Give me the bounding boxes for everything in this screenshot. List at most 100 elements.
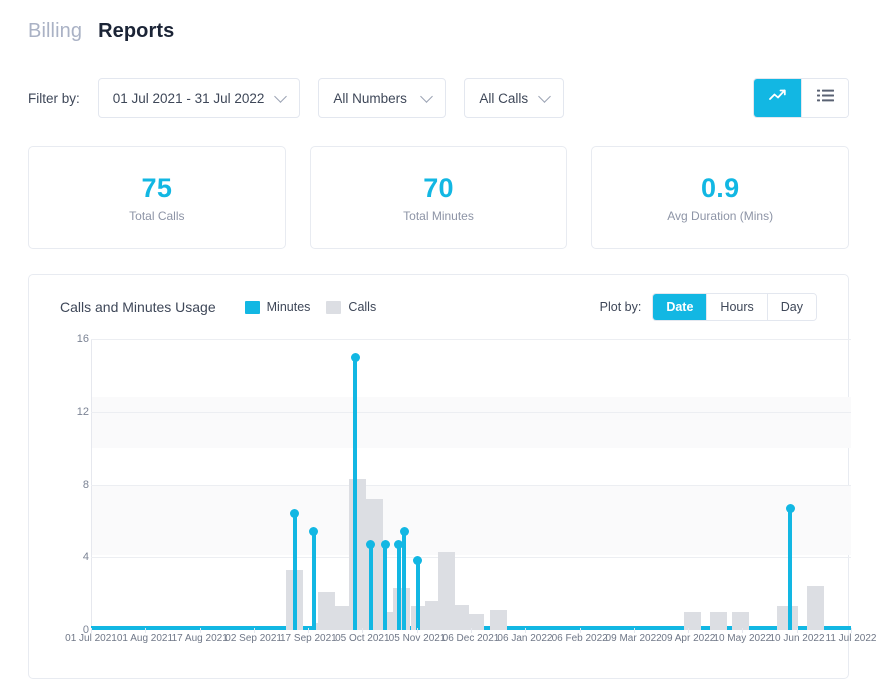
x-axis-tick-label: 17 Sep 2021	[280, 633, 337, 644]
chart-stem[interactable]	[416, 561, 420, 630]
x-axis-tick-mark	[254, 628, 255, 633]
stat-value: 0.9	[701, 173, 739, 204]
plot-band	[91, 397, 851, 448]
plot-by-day-button[interactable]: Day	[767, 294, 816, 320]
y-axis-tick-label: 12	[29, 406, 89, 418]
x-axis-tick-mark	[580, 628, 581, 633]
gridline	[91, 339, 851, 340]
legend-item-calls[interactable]: Calls	[326, 300, 376, 314]
chart-stem[interactable]	[383, 545, 387, 630]
chevron-down-icon	[275, 90, 288, 103]
chart-bar[interactable]	[710, 612, 727, 630]
plot-area[interactable]	[91, 339, 851, 630]
gridline	[91, 412, 851, 413]
chart-marker[interactable]	[413, 556, 422, 565]
plot-by-date-button[interactable]: Date	[653, 294, 706, 320]
x-axis-tick-mark	[851, 628, 852, 633]
x-axis-tick-label: 06 Dec 2021	[443, 633, 500, 644]
stat-card: 0.9 Avg Duration (Mins)	[591, 146, 849, 249]
x-axis-tick-label: 17 Aug 2021	[172, 633, 228, 644]
chart-marker[interactable]	[786, 504, 795, 513]
chart-stem[interactable]	[293, 514, 297, 630]
chart-stem[interactable]	[369, 545, 373, 630]
chart-stem[interactable]	[397, 545, 401, 630]
x-axis-tick-label: 01 Aug 2021	[117, 633, 173, 644]
breadcrumb-parent[interactable]: Billing	[28, 20, 82, 43]
stat-card: 75 Total Calls	[28, 146, 286, 249]
y-axis-tick-label: 4	[29, 551, 89, 563]
reports-page: Billing Reports Filter by: 01 Jul 2021 -…	[0, 0, 877, 688]
chart-marker[interactable]	[351, 353, 360, 362]
filter-bar: Filter by: 01 Jul 2021 - 31 Jul 2022 All…	[28, 78, 564, 118]
plot-by-label: Plot by:	[600, 300, 642, 314]
legend-item-minutes[interactable]: Minutes	[245, 300, 311, 314]
plot-by-control: Plot by: Date Hours Day	[600, 293, 817, 321]
legend-swatch-calls	[326, 301, 341, 314]
page-title: Reports	[98, 20, 174, 43]
chart-bar[interactable]	[393, 588, 410, 630]
x-axis-tick-mark	[742, 628, 743, 633]
chart-stem[interactable]	[402, 532, 406, 630]
line-chart-icon	[769, 88, 786, 108]
stat-card: 70 Total Minutes	[310, 146, 568, 249]
filter-by-label: Filter by:	[28, 91, 80, 106]
plot-by-hours-button[interactable]: Hours	[706, 294, 766, 320]
chart-marker[interactable]	[381, 540, 390, 549]
y-axis: 0481216	[29, 339, 89, 630]
numbers-select[interactable]: All Numbers	[318, 78, 446, 118]
chart-header: Calls and Minutes Usage Minutes Calls Pl…	[29, 275, 848, 339]
chart-bar[interactable]	[467, 614, 484, 630]
x-axis-tick-label: 05 Nov 2021	[389, 633, 446, 644]
x-axis-tick-label: 01 Jul 2021	[65, 633, 117, 644]
chart-panel: Calls and Minutes Usage Minutes Calls Pl…	[28, 274, 849, 679]
stat-value: 75	[142, 173, 173, 204]
x-axis: 01 Jul 202101 Aug 202117 Aug 202102 Sep …	[91, 633, 851, 653]
x-axis-tick-mark	[145, 628, 146, 633]
list-view-button[interactable]	[801, 79, 848, 117]
x-axis-tick-label: 06 Jan 2022	[497, 633, 552, 644]
chart-stem[interactable]	[353, 357, 357, 630]
date-range-value: 01 Jul 2021 - 31 Jul 2022	[113, 91, 265, 106]
y-axis-tick-label: 8	[29, 479, 89, 491]
x-axis-tick-label: 02 Sep 2021	[225, 633, 282, 644]
breadcrumb: Billing Reports	[28, 20, 174, 43]
stat-value: 70	[423, 173, 454, 204]
chart-bar[interactable]	[732, 612, 749, 630]
chart-bar[interactable]	[777, 606, 798, 630]
x-axis-tick-mark	[688, 628, 689, 633]
calls-select[interactable]: All Calls	[464, 78, 564, 118]
legend-label-calls: Calls	[348, 300, 376, 314]
x-axis-tick-mark	[525, 628, 526, 633]
gridline	[91, 557, 851, 558]
chart-view-button[interactable]	[754, 79, 801, 117]
stat-label: Avg Duration (Mins)	[667, 209, 773, 223]
x-axis-tick-mark	[200, 628, 201, 633]
chart-stem[interactable]	[788, 508, 792, 630]
x-axis-tick-mark	[417, 628, 418, 633]
x-axis-tick-label: 09 Mar 2022	[606, 633, 662, 644]
chart-bar[interactable]	[490, 610, 507, 630]
legend-swatch-minutes	[245, 301, 260, 314]
chart-marker[interactable]	[400, 527, 409, 536]
date-range-select[interactable]: 01 Jul 2021 - 31 Jul 2022	[98, 78, 301, 118]
chevron-down-icon	[421, 90, 434, 103]
legend-label-minutes: Minutes	[267, 300, 311, 314]
chart-bar[interactable]	[807, 586, 824, 630]
chevron-down-icon	[539, 90, 552, 103]
chart-bar[interactable]	[684, 612, 701, 630]
chart-legend: Minutes Calls	[245, 300, 377, 314]
chart-bar[interactable]	[318, 592, 335, 630]
x-axis-tick-label: 05 Oct 2021	[335, 633, 389, 644]
x-axis-tick-label: 10 May 2022	[713, 633, 771, 644]
x-axis-tick-mark	[308, 628, 309, 633]
calls-value: All Calls	[479, 91, 528, 106]
plot-by-segmented: Date Hours Day	[652, 293, 817, 321]
stat-cards: 75 Total Calls 70 Total Minutes 0.9 Avg …	[28, 146, 849, 249]
list-icon	[817, 89, 834, 107]
y-axis-tick-label: 16	[29, 333, 89, 345]
x-axis-tick-label: 10 Jun 2022	[770, 633, 825, 644]
chart-title: Calls and Minutes Usage	[60, 299, 216, 315]
numbers-value: All Numbers	[333, 91, 410, 106]
plot-band	[91, 485, 851, 556]
chart-stem[interactable]	[312, 532, 316, 630]
